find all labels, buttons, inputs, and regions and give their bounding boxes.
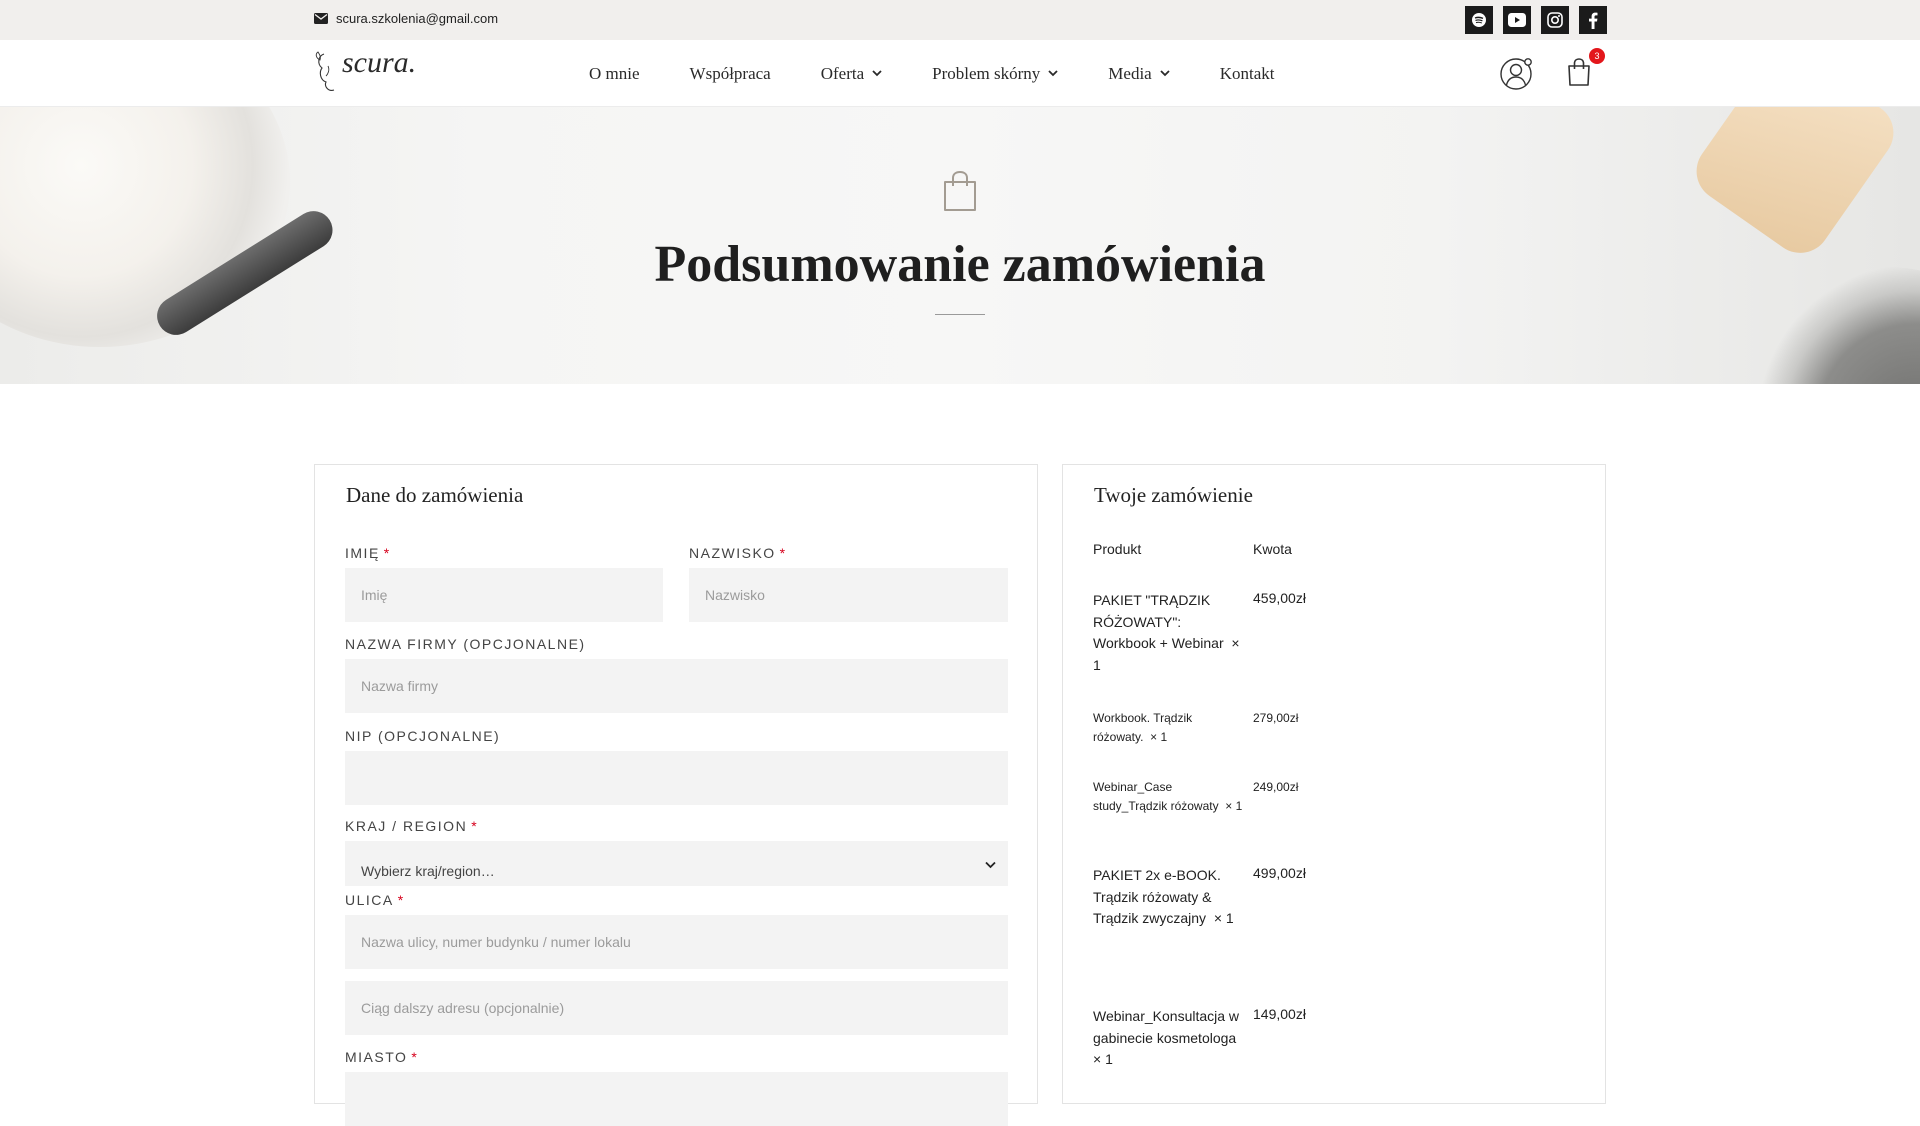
chevron-down-icon xyxy=(1160,70,1170,77)
required-mark: * xyxy=(779,545,787,561)
instagram-icon[interactable] xyxy=(1541,6,1569,34)
first-name-label: Imię * xyxy=(345,545,391,561)
top-bar: scura.szkolenia@gmail.com xyxy=(0,0,1920,40)
nav-item-media[interactable]: Media xyxy=(1108,63,1170,84)
billing-form-panel: Dane do zamówienia Imię* Nazwisko* Nazwa… xyxy=(314,464,1038,1126)
last-name-input[interactable] xyxy=(689,568,1008,622)
site-header: scura. O mnie Współpraca Oferta Problem … xyxy=(0,40,1920,107)
order-item-amount: 459,00zł xyxy=(1253,590,1306,606)
required-mark: * xyxy=(383,545,391,561)
required-mark: * xyxy=(397,892,405,908)
first-name-label-text: Imię xyxy=(345,545,380,561)
nip-label: NIP (opcjonalne) xyxy=(345,728,501,744)
chevron-down-icon xyxy=(1048,70,1058,77)
nav-label: Media xyxy=(1108,63,1152,83)
svg-text:scura.: scura. xyxy=(342,46,416,79)
shopping-bag-icon xyxy=(944,170,976,211)
company-label: Nazwa firmy (opcjonalne) xyxy=(345,636,586,652)
spotify-icon[interactable] xyxy=(1465,6,1493,34)
first-name-input[interactable] xyxy=(345,568,663,622)
title-divider xyxy=(935,314,985,315)
country-select[interactable]: Wybierz kraj/region… xyxy=(345,841,1008,886)
order-item-name-text: PAKIET 2x e-BOOK. Trądzik różowaty & Trą… xyxy=(1093,867,1221,927)
amount-column-header: Kwota xyxy=(1253,541,1292,557)
order-item-amount: 249,00zł xyxy=(1253,780,1299,794)
nav-item-o-mnie[interactable]: O mnie xyxy=(589,64,640,84)
order-item-name: Webinar_Konsultacja w gabinecie kosmetol… xyxy=(1093,1006,1243,1071)
contact-email-text: scura.szkolenia@gmail.com xyxy=(336,11,499,26)
order-item-name-text: PAKIET "TRĄDZIK RÓŻOWATY": Workbook + We… xyxy=(1093,592,1224,652)
order-item-name: PAKIET 2x e-BOOK. Trądzik różowaty & Trą… xyxy=(1093,865,1243,930)
order-item-qty: × 1 xyxy=(1213,910,1234,927)
order-item-qty: × 1 xyxy=(1150,730,1168,745)
facebook-icon[interactable] xyxy=(1579,6,1607,34)
user-account-icon[interactable] xyxy=(1499,56,1534,91)
product-column-header: Produkt xyxy=(1093,541,1142,557)
street-2-input[interactable] xyxy=(345,981,1008,1035)
order-summary-panel: Twoje zamówienie Produkt Kwota PAKIET "T… xyxy=(1062,464,1606,1104)
nav-label: Współpraca xyxy=(689,63,771,83)
social-links xyxy=(1465,6,1607,34)
country-label: Kraj / Region * xyxy=(345,818,478,834)
hero-banner: Podsumowanie zamówienia xyxy=(0,107,1920,384)
street-label-text: Ulica xyxy=(345,892,394,908)
page-title: Podsumowanie zamówienia xyxy=(654,236,1266,293)
nip-input[interactable] xyxy=(345,751,1008,805)
chevron-down-icon xyxy=(985,861,996,869)
order-item-amount: 499,00zł xyxy=(1253,865,1306,881)
nav-label: Kontakt xyxy=(1219,63,1275,83)
order-title: Twoje zamówienie xyxy=(1094,483,1253,507)
order-item-name-text: Webinar_Case study_Trądzik różowaty xyxy=(1093,780,1219,814)
street-label: Ulica * xyxy=(345,892,405,908)
order-item-qty: × 1 xyxy=(1093,1051,1113,1068)
order-item-amount: 149,00zł xyxy=(1253,1006,1306,1022)
city-label-text: Miasto xyxy=(345,1049,408,1065)
cart-icon[interactable] xyxy=(1566,57,1592,87)
order-item-name-text: Webinar_Konsultacja w gabinecie kosmetol… xyxy=(1093,1008,1240,1046)
chevron-down-icon xyxy=(872,70,882,77)
main-nav: O mnie Współpraca Oferta Problem skórny … xyxy=(589,40,1325,107)
required-mark: * xyxy=(471,818,479,834)
street-input[interactable] xyxy=(345,915,1008,969)
cart-count-badge: 3 xyxy=(1589,48,1605,64)
billing-title: Dane do zamówienia xyxy=(346,483,524,507)
nav-item-wspolpraca[interactable]: Współpraca xyxy=(690,64,771,84)
scura-logo[interactable]: scura. xyxy=(314,46,434,98)
country-label-text: Kraj / Region xyxy=(345,818,468,834)
order-item-name: Workbook. Trądzik różowaty. × 1 xyxy=(1093,709,1243,747)
required-mark: * xyxy=(411,1049,419,1065)
order-item-name-text: Workbook. Trądzik różowaty. xyxy=(1093,711,1193,745)
last-name-label-text: Nazwisko xyxy=(689,545,776,561)
order-item-amount: 279,00zł xyxy=(1253,711,1299,725)
city-input[interactable] xyxy=(345,1072,1008,1126)
envelope-icon xyxy=(314,13,328,24)
city-label: Miasto * xyxy=(345,1049,418,1065)
nav-label: O mnie xyxy=(589,63,640,83)
nav-label: Problem skórny xyxy=(932,63,1041,83)
order-item-qty: × 1 xyxy=(1225,799,1243,814)
last-name-label: Nazwisko * xyxy=(689,545,787,561)
order-item-name: Webinar_Case study_Trądzik różowaty × 1 xyxy=(1093,778,1243,816)
cream-jar-decoration xyxy=(0,107,290,347)
nav-item-problem-skorny[interactable]: Problem skórny xyxy=(932,64,1058,84)
contact-email[interactable]: scura.szkolenia@gmail.com xyxy=(314,11,498,26)
nav-item-oferta[interactable]: Oferta xyxy=(821,64,882,84)
nav-label: Oferta xyxy=(820,63,865,83)
nav-item-kontakt[interactable]: Kontakt xyxy=(1220,64,1275,84)
country-select-value: Wybierz kraj/region… xyxy=(361,862,495,879)
order-item-name: PAKIET "TRĄDZIK RÓŻOWATY": Workbook + We… xyxy=(1093,590,1243,677)
company-input[interactable] xyxy=(345,659,1008,713)
youtube-icon[interactable] xyxy=(1503,6,1531,34)
